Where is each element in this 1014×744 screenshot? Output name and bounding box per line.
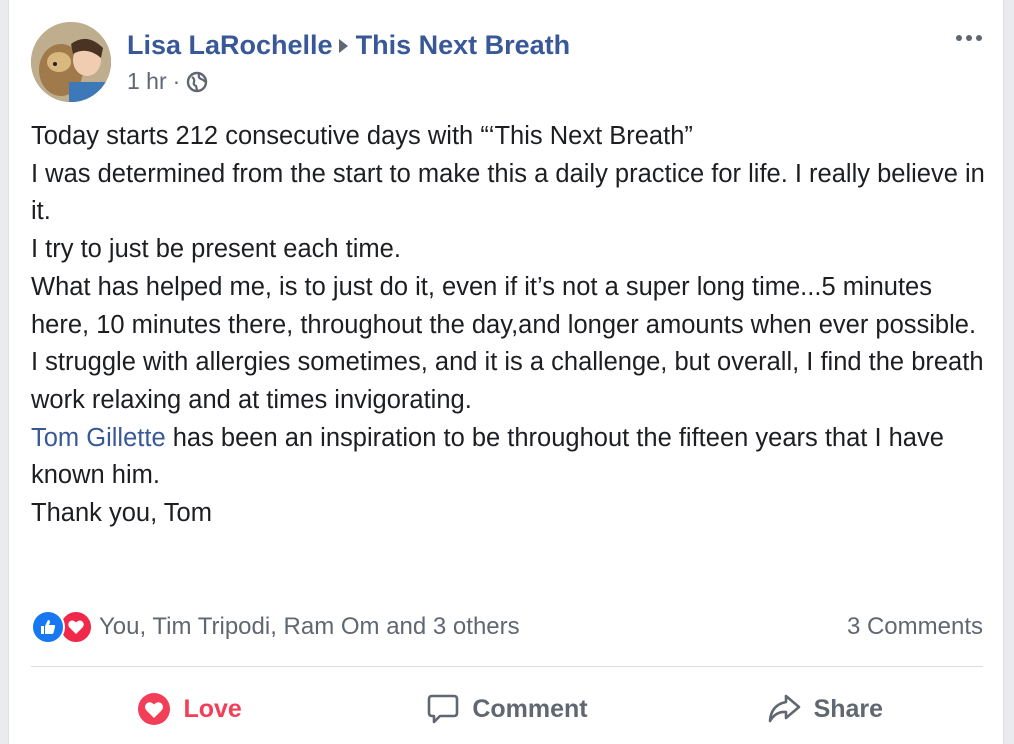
dot-icon [966, 35, 972, 41]
comment-icon [428, 694, 459, 724]
share-icon [768, 694, 800, 723]
post-header: Lisa LaRochelle This Next Breath [127, 28, 570, 62]
like-icon [31, 610, 65, 644]
globe-icon [187, 71, 208, 92]
love-button[interactable]: Love [31, 674, 348, 744]
post-card: Lisa LaRochelle This Next Breath 1 hr · T… [8, 0, 1004, 744]
action-bar: Love Comment Share [31, 674, 983, 744]
love-label: Love [183, 694, 242, 723]
body-line: I try to just be present each time. [31, 235, 401, 264]
share-button[interactable]: Share [666, 674, 983, 744]
post-meta: 1 hr · [127, 68, 208, 95]
reaction-icons [31, 610, 93, 644]
post-body: Today starts 212 consecutive days with “… [31, 118, 991, 533]
reactions-row: You, Tim Tripodi, Ram Om and 3 others 3 … [31, 606, 983, 648]
avatar[interactable] [31, 22, 111, 102]
closing-line: Thank you, Tom [31, 499, 212, 528]
group-name[interactable]: This Next Breath [356, 30, 571, 60]
avatar-image [31, 22, 111, 102]
body-line: Today starts 212 consecutive days with “… [31, 122, 693, 150]
dot-icon [976, 35, 982, 41]
dot-icon [956, 35, 962, 41]
post-time[interactable]: 1 hr [127, 68, 167, 95]
meta-separator: · [172, 68, 181, 94]
mention-link[interactable]: Tom Gillette [31, 424, 166, 452]
body-line: What has helped me, is to just do it, ev… [31, 272, 977, 339]
share-label: Share [813, 694, 884, 723]
love-icon [138, 693, 171, 725]
comment-label: Comment [472, 694, 588, 723]
body-line: I was determined from the start to make … [31, 159, 985, 226]
comment-button[interactable]: Comment [348, 674, 665, 744]
arrow-right-icon [338, 38, 348, 53]
author-name[interactable]: Lisa LaRochelle [127, 30, 333, 60]
body-line: I struggle with allergies sometimes, and… [31, 348, 984, 414]
more-options-button[interactable] [951, 28, 987, 48]
mention-line: Tom Gillette has been an inspiration to … [31, 420, 991, 495]
reaction-names[interactable]: You, Tim Tripodi, Ram Om and 3 others [99, 613, 520, 641]
comments-count[interactable]: 3 Comments [847, 613, 983, 641]
divider [31, 666, 983, 667]
mention-text: has been an inspiration to be throughout… [31, 423, 944, 490]
reaction-summary[interactable]: You, Tim Tripodi, Ram Om and 3 others [31, 610, 520, 644]
